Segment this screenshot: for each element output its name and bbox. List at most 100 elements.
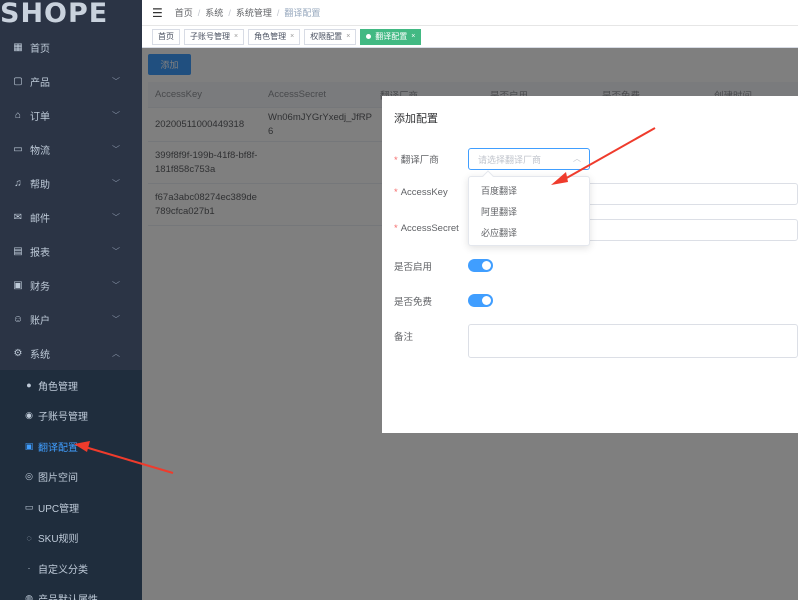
sidebar-item-label: 翻译配置 (38, 442, 78, 454)
vendor-option-baidu[interactable]: 百度翻译 (469, 181, 589, 202)
sidebar-item-label: 产品默认属性 (38, 591, 98, 600)
access-key-row: * AccessKey (394, 187, 467, 198)
tag-label: 子账号管理 (190, 32, 230, 41)
user-icon: ☺ (12, 313, 24, 325)
tag-label: 翻译配置 (375, 32, 408, 41)
tag-label: 首页 (158, 32, 174, 41)
note-row: 备注 (394, 329, 467, 343)
breadcrumb-separator: / (228, 7, 231, 18)
close-icon[interactable]: × (346, 33, 350, 40)
sidebar-item-upc[interactable]: ▭ UPC管理 (0, 492, 142, 523)
vendor-select[interactable]: 请选择翻译厂商 ︿ (468, 148, 590, 170)
tag-permissions[interactable]: 权限配置 × (304, 28, 357, 45)
attribute-icon: ◍ (25, 593, 33, 600)
sidebar-item-label: 帮助 (30, 179, 50, 191)
tag-subaccounts[interactable]: 子账号管理 × (184, 28, 245, 45)
sidebar-item-reports[interactable]: ▤ 报表 ﹀ (0, 234, 142, 268)
switch-knob (482, 296, 491, 305)
sidebar-item-label: 图片空间 (38, 473, 78, 485)
dialog-title: 添加配置 (394, 113, 438, 125)
report-icon: ▤ (13, 245, 23, 257)
sidebar-item-label: 邮件 (30, 213, 50, 225)
category-icon: · (27, 563, 31, 574)
chevron-down-icon: ﹀ (112, 77, 120, 86)
sidebar-item-label: 系统 (30, 349, 50, 361)
tag-translation-config[interactable]: 翻译配置 × (360, 28, 422, 45)
enabled-row: 是否启用 (394, 259, 467, 273)
sidebar-item-account[interactable]: ☺ 账户 ﹀ (0, 302, 142, 336)
chevron-down-icon: ﹀ (112, 179, 120, 188)
sidebar-item-label: SKU规则 (38, 534, 79, 546)
system-submenu: ● 角色管理 ◉ 子账号管理 ▣ 翻译配置 ◎ 图片空间 ▭ UPC管理 ◌ S… (0, 370, 142, 600)
required-mark: * (394, 223, 398, 234)
tags-view: 首页 子账号管理 × 角色管理 × 权限配置 × 翻译配置 × (142, 26, 798, 48)
hamburger-icon[interactable]: ☰ (152, 6, 163, 20)
sidebar-item-sku[interactable]: ◌ SKU规则 (0, 523, 142, 554)
sidebar-item-label: 订单 (30, 111, 50, 123)
translate-icon: ▣ (24, 440, 34, 451)
sidebar-item-translation-config[interactable]: ▣ 翻译配置 (0, 431, 142, 462)
headset-icon: ♫ (14, 177, 22, 189)
access-secret-label-text: AccessSecret (400, 223, 459, 234)
sidebar-item-default-attributes[interactable]: ◍ 产品默认属性 (0, 584, 142, 600)
vendor-label-text: 翻译厂商 (400, 155, 439, 166)
switch-knob (482, 261, 491, 270)
wallet-icon: ▣ (13, 279, 23, 291)
required-mark: * (394, 155, 398, 166)
breadcrumb-separator: / (276, 7, 280, 18)
sidebar-item-label: 账户 (30, 315, 50, 327)
people-icon: ● (26, 380, 32, 391)
top-navbar: ☰ 首页 / 系统 / 系统管理 / 翻译配置 (142, 0, 798, 26)
close-icon[interactable]: × (234, 33, 238, 40)
sidebar: SHOPE ▦ 首页 ▢ 产品 ﹀ ⌂ 订单 ﹀ ▭ 物流 ﹀ ♫ 帮助 ﹀ ✉… (0, 0, 142, 600)
breadcrumb-separator: / (197, 7, 201, 18)
vendor-option-ali[interactable]: 阿里翻译 (469, 202, 589, 223)
chevron-down-icon: ﹀ (112, 111, 120, 120)
close-icon[interactable]: × (290, 33, 294, 40)
sidebar-item-mail[interactable]: ✉ 邮件 ﹀ (0, 200, 142, 234)
vendor-select-placeholder: 请选择翻译厂商 (478, 154, 542, 165)
upc-icon: ▭ (24, 501, 34, 512)
sidebar-item-image-space[interactable]: ◎ 图片空间 (0, 462, 142, 493)
breadcrumb-system[interactable]: 系统 (205, 6, 223, 19)
dashboard-icon: ▦ (13, 41, 23, 53)
free-switch[interactable] (468, 294, 493, 307)
breadcrumb-system-management[interactable]: 系统管理 (236, 6, 272, 19)
chevron-down-icon: ﹀ (112, 247, 120, 256)
tag-home[interactable]: 首页 (152, 28, 180, 45)
logo: SHOPE (0, 0, 142, 30)
chevron-down-icon: ﹀ (112, 281, 120, 290)
sidebar-item-label: UPC管理 (38, 503, 80, 515)
close-icon[interactable]: × (411, 33, 415, 40)
sidebar-item-label: 角色管理 (38, 381, 78, 393)
vendor-row: * 翻译厂商 (394, 152, 467, 166)
access-key-label-text: AccessKey (400, 187, 448, 198)
note-textarea[interactable] (468, 324, 798, 358)
sku-icon: ◌ (26, 532, 32, 543)
vendor-label: * 翻译厂商 (394, 152, 467, 166)
sidebar-item-subaccounts[interactable]: ◉ 子账号管理 (0, 401, 142, 432)
sidebar-item-label: 首页 (30, 43, 50, 55)
tag-label: 角色管理 (254, 32, 287, 41)
vendor-dropdown: 百度翻译 阿里翻译 必应翻译 (468, 170, 590, 246)
gear-icon: ⚙ (13, 347, 23, 359)
sidebar-item-help[interactable]: ♫ 帮助 ﹀ (0, 166, 142, 200)
tag-roles[interactable]: 角色管理 × (248, 28, 301, 45)
sidebar-item-label: 自定义分类 (38, 564, 88, 576)
tag-label: 权限配置 (310, 32, 343, 41)
sidebar-item-products[interactable]: ▢ 产品 ﹀ (0, 64, 142, 98)
access-secret-row: * AccessSecret (394, 223, 467, 234)
sidebar-item-orders[interactable]: ⌂ 订单 ﹀ (0, 98, 142, 132)
sidebar-item-home[interactable]: ▦ 首页 (0, 30, 142, 64)
sidebar-item-system[interactable]: ⚙ 系统 ︿ (0, 336, 142, 370)
sidebar-item-logistics[interactable]: ▭ 物流 ﹀ (0, 132, 142, 166)
sidebar-item-roles[interactable]: ● 角色管理 (0, 370, 142, 401)
vendor-option-bing[interactable]: 必应翻译 (469, 223, 589, 244)
sidebar-item-finance[interactable]: ▣ 财务 ﹀ (0, 268, 142, 302)
breadcrumb-home[interactable]: 首页 (175, 6, 193, 19)
sidebar-item-label: 子账号管理 (38, 412, 88, 424)
sidebar-item-custom-category[interactable]: · 自定义分类 (0, 553, 142, 584)
note-label: 备注 (394, 332, 414, 343)
sidebar-item-label: 物流 (30, 145, 50, 157)
enabled-switch[interactable] (468, 259, 493, 272)
